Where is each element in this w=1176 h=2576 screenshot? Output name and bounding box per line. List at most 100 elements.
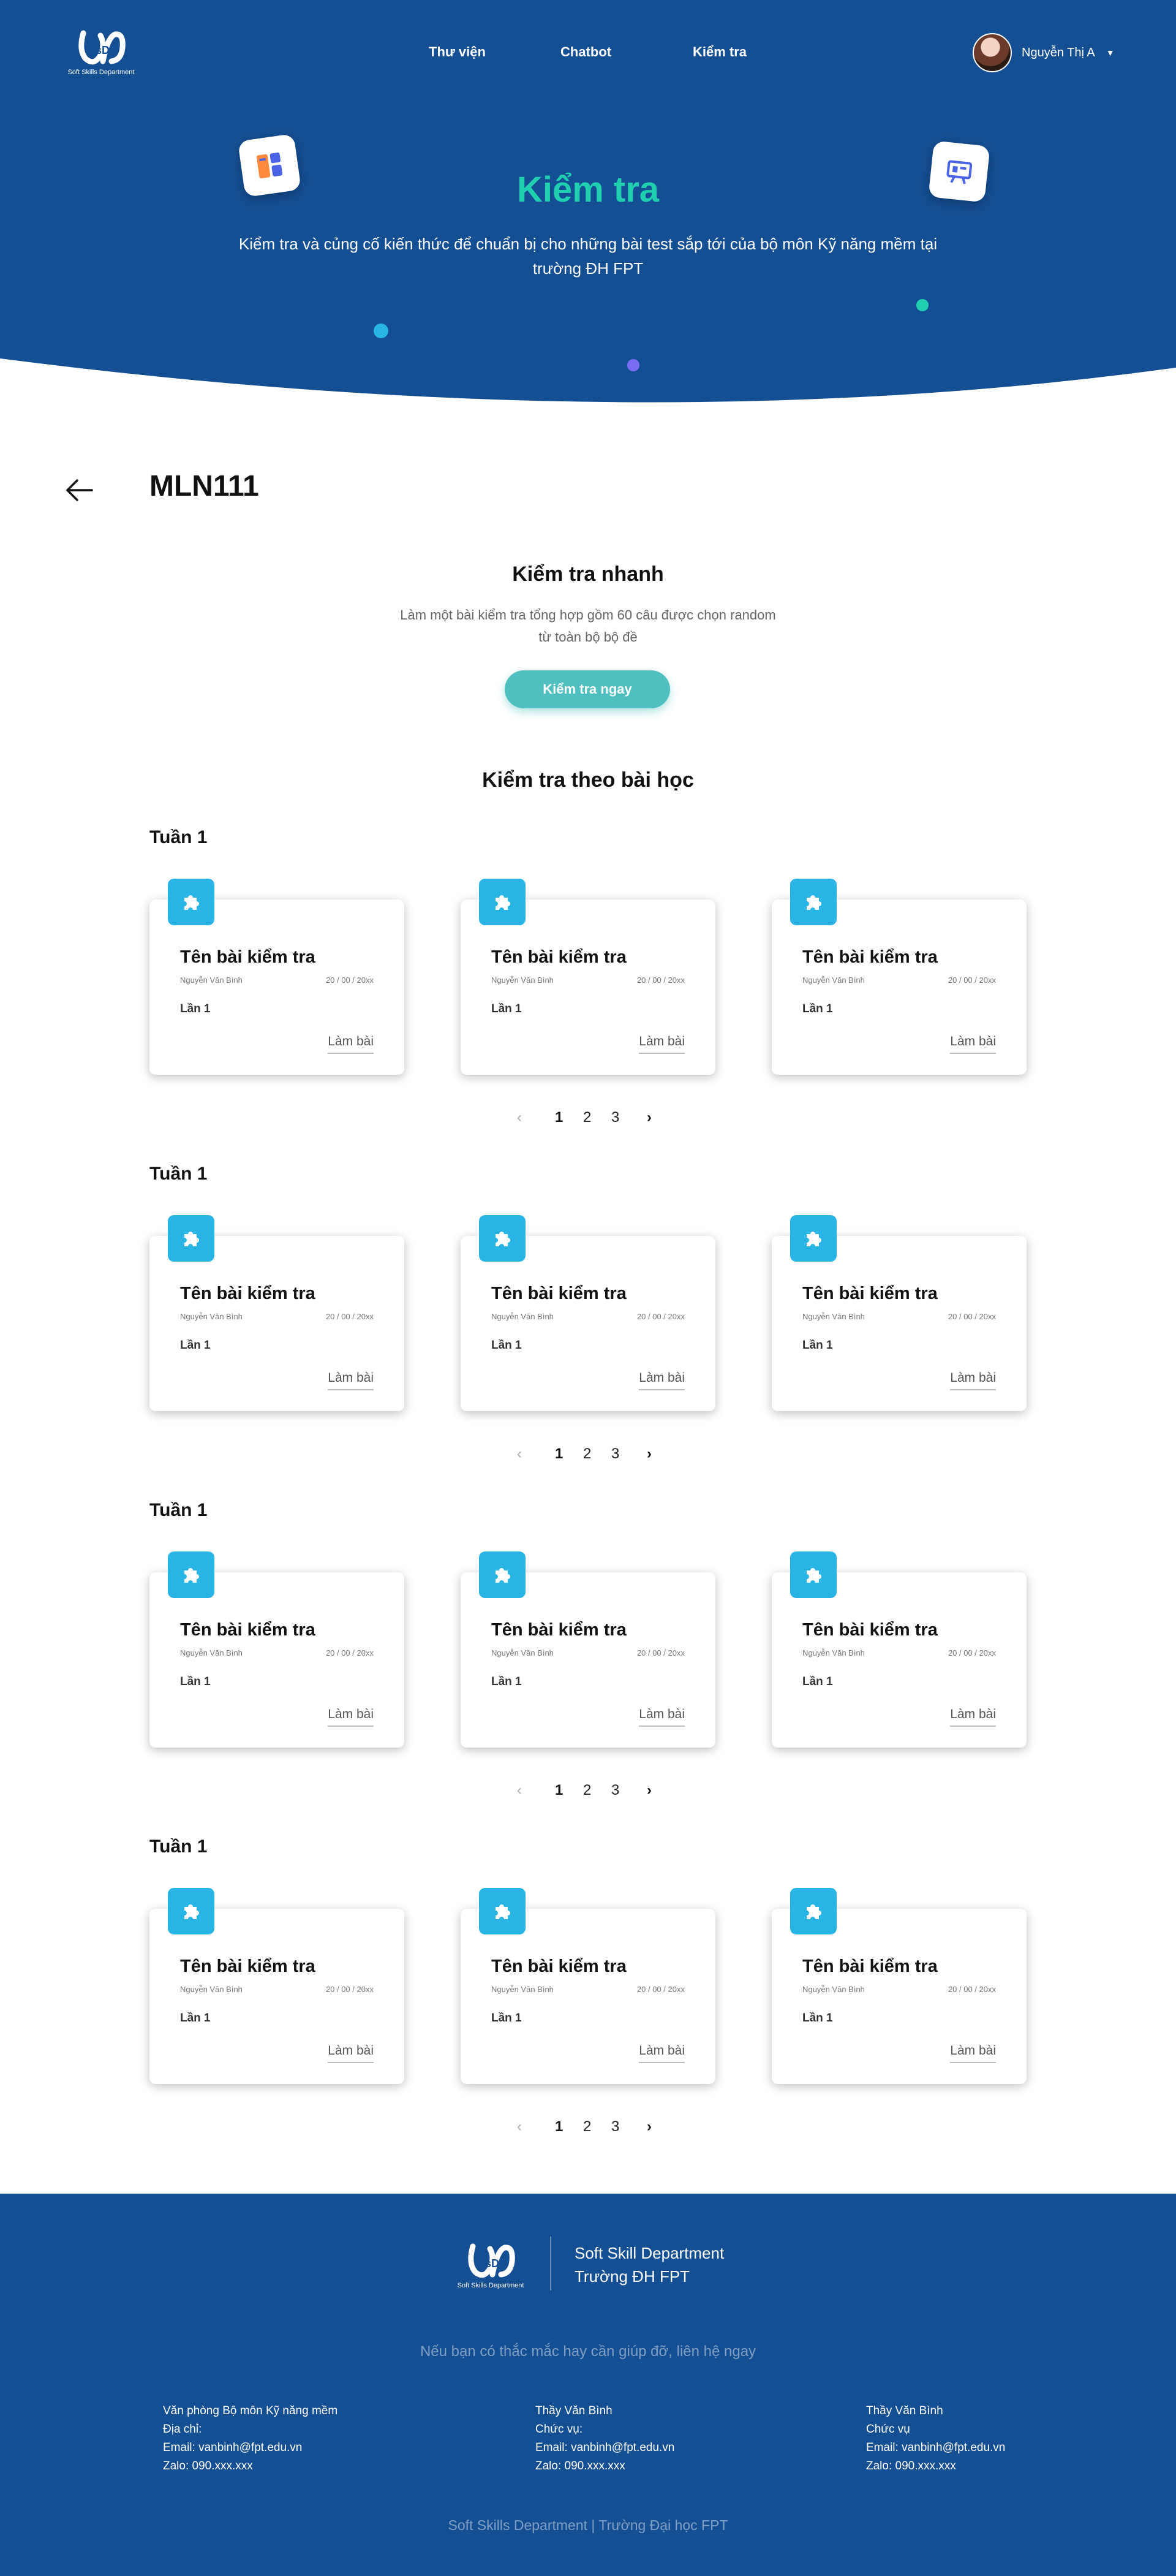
pagination-next-icon[interactable]: › [647,1109,652,1126]
footer-divider [550,2237,551,2290]
test-author: Nguyễn Văn Bình [491,1985,554,1994]
week-label: Tuần 1 [149,827,208,847]
decor-dot [916,299,929,311]
footer-brand-name: Soft Skill Department [575,2244,725,2262]
contact-email[interactable]: Email: vanbinh@fpt.edu.vn [535,2439,674,2457]
nav-link-test[interactable]: Kiểm tra [693,44,747,60]
test-date: 20 / 00 / 20xx [636,975,685,985]
svg-text:sD: sD [96,44,110,56]
pagination-prev-icon[interactable]: ‹ [517,1782,522,1799]
take-test-button[interactable]: Làm bài [639,2044,685,2063]
pagination: ‹ 1 2 3 › [502,1782,674,1806]
take-test-button[interactable]: Làm bài [950,1034,996,1054]
puzzle-icon [168,1551,214,1598]
test-date: 20 / 00 / 20xx [325,1648,374,1657]
contact-email[interactable]: Email: vanbinh@fpt.edu.vn [866,2439,1005,2457]
nav-link-chatbot[interactable]: Chatbot [560,44,611,60]
avatar [973,33,1012,72]
puzzle-icon [479,1888,526,1934]
pagination-page-1[interactable]: 1 [555,1782,563,1799]
take-test-button[interactable]: Làm bài [328,1371,374,1390]
take-test-button[interactable]: Làm bài [639,1707,685,1727]
pagination-prev-icon[interactable]: ‹ [517,2118,522,2135]
take-test-button[interactable]: Làm bài [950,1707,996,1727]
sd-logo-icon: sD [78,30,126,65]
brand-logo[interactable]: sD Soft Skills Department [67,28,135,81]
test-title: Tên bài kiểm tra [802,1620,938,1640]
test-card: Tên bài kiểm tra Nguyễn Văn Bình 20 / 00 /… [149,879,404,1075]
take-test-button[interactable]: Làm bài [950,2044,996,2063]
puzzle-icon [790,1551,837,1598]
contact-address: Địa chỉ: [163,2423,202,2436]
puzzle-icon [790,879,837,925]
test-author: Nguyễn Văn Bình [802,1985,865,1994]
test-card: Tên bài kiểm tra Nguyễn Văn Bình 20 / 00 /… [461,1215,715,1411]
test-attempt: Lần 1 [180,1675,211,1688]
test-author: Nguyễn Văn Bình [180,1985,243,1994]
arrow-left-icon[interactable] [64,477,94,504]
test-date: 20 / 00 / 20xx [636,1985,685,1994]
quick-test-title: Kiểm tra nhanh [512,563,664,586]
test-title: Tên bài kiểm tra [802,1284,938,1303]
take-test-button[interactable]: Làm bài [328,1034,374,1054]
test-attempt: Lần 1 [491,2012,522,2025]
test-title: Tên bài kiểm tra [802,947,938,967]
pagination-prev-icon[interactable]: ‹ [517,1109,522,1126]
footer-logo[interactable]: sD Soft Skills Department [457,2241,524,2294]
test-title: Tên bài kiểm tra [180,1284,315,1303]
pagination-page-1[interactable]: 1 [555,1445,563,1463]
take-test-button[interactable]: Làm bài [639,1371,685,1390]
contact-email[interactable]: Email: vanbinh@fpt.edu.vn [163,2439,337,2457]
pagination-page-2[interactable]: 2 [583,2118,591,2135]
pagination-next-icon[interactable]: › [647,1445,652,1463]
pagination-page-3[interactable]: 3 [611,1445,619,1463]
hero-title: Kiểm tra [516,170,660,210]
footer-logo-caption: Soft Skills Department [457,2282,524,2289]
start-quick-test-button[interactable]: Kiểm tra ngay [505,670,670,708]
pagination-page-3[interactable]: 3 [611,1782,619,1799]
take-test-button[interactable]: Làm bài [639,1034,685,1054]
test-card: Tên bài kiểm tra Nguyễn Văn Bình 20 / 00 /… [772,879,1027,1075]
test-date: 20 / 00 / 20xx [948,1648,996,1657]
test-title: Tên bài kiểm tra [180,1620,315,1640]
take-test-button[interactable]: Làm bài [328,2044,374,2063]
test-date: 20 / 00 / 20xx [325,1312,374,1321]
contact-role: Chức vụ [866,2423,910,2436]
pagination-prev-icon[interactable]: ‹ [517,1445,522,1463]
pagination-page-3[interactable]: 3 [611,1109,619,1126]
footer: sD Soft Skills Department Soft Skill Dep… [0,2194,1176,2576]
test-author: Nguyễn Văn Bình [802,975,865,985]
logo-caption: Soft Skills Department [67,69,135,76]
contact-zalo: Zalo: 090.xxx.xxx [535,2460,625,2472]
test-card: Tên bài kiểm tra Nguyễn Văn Bình 20 / 00 /… [149,1551,404,1748]
top-nav: sD Soft Skills Department Thư viện Chatb… [0,0,1176,107]
test-card: Tên bài kiểm tra Nguyễn Văn Bình 20 / 00 /… [772,1215,1027,1411]
pagination-next-icon[interactable]: › [647,1782,652,1799]
test-author: Nguyễn Văn Bình [491,1312,554,1321]
test-attempt: Lần 1 [802,1002,833,1015]
take-test-button[interactable]: Làm bài [950,1371,996,1390]
contact-name: Thầy Văn Bình [535,2404,612,2417]
footer-brand-school: Trường ĐH FPT [575,2267,690,2286]
test-title: Tên bài kiểm tra [491,1620,627,1640]
nav-link-library[interactable]: Thư viện [429,44,486,60]
pagination-page-1[interactable]: 1 [555,1109,563,1126]
pagination-page-2[interactable]: 2 [583,1445,591,1463]
take-test-button[interactable]: Làm bài [328,1707,374,1727]
puzzle-icon [168,879,214,925]
test-attempt: Lần 1 [180,1002,211,1015]
test-author: Nguyễn Văn Bình [802,1312,865,1321]
test-card: Tên bài kiểm tra Nguyễn Văn Bình 20 / 00 /… [461,1551,715,1748]
pagination-page-1[interactable]: 1 [555,2118,563,2135]
pagination-page-2[interactable]: 2 [583,1782,591,1799]
test-author: Nguyễn Văn Bình [491,1648,554,1657]
user-name: Nguyễn Thị A [1022,45,1095,59]
pagination-page-3[interactable]: 3 [611,2118,619,2135]
contact-name: Thầy Văn Bình [866,2404,943,2417]
puzzle-icon [479,1551,526,1598]
quick-test-description: Làm một bài kiểm tra tổng hợp gồm 60 câu… [400,607,776,645]
user-menu[interactable]: Nguyễn Thị A ▼ [973,33,1115,72]
pagination-page-2[interactable]: 2 [583,1109,591,1126]
pagination-next-icon[interactable]: › [647,2118,652,2135]
pagination: ‹ 1 2 3 › [502,1109,674,1134]
